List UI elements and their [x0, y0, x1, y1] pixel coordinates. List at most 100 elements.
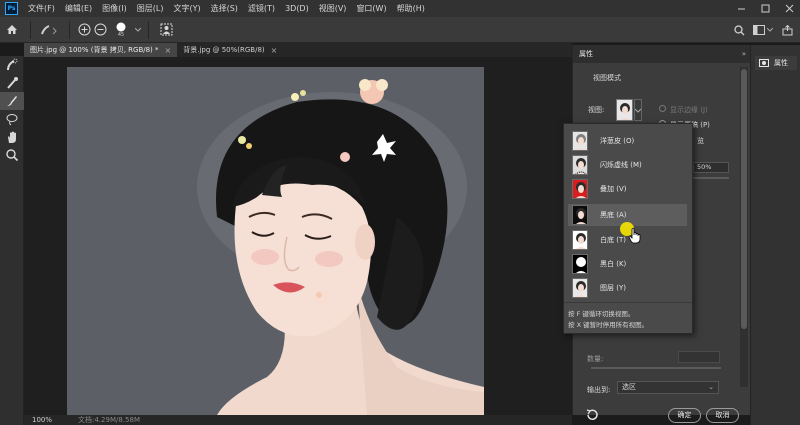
status-bar: 100% 文档:4.29M/8.58M [24, 415, 572, 425]
opacity-field[interactable]: 50% [693, 162, 729, 173]
view-option-black-white[interactable]: 黑白 (K) [568, 253, 687, 275]
option-label: 闪烁虚线 (M) [600, 161, 642, 169]
show-edge-label: 显示边缘 (J) [670, 106, 708, 114]
menu-edit[interactable]: 编辑(E) [60, 3, 97, 14]
collapse-panel-icon[interactable]: » [742, 50, 746, 58]
on-black-thumbnail [572, 205, 588, 225]
document-size: 文档:4.29M/8.58M [78, 416, 140, 424]
show-edge-checkbox[interactable] [659, 105, 666, 112]
view-mode-heading: 视图模式 [593, 74, 621, 82]
option-label: 黑白 (K) [600, 260, 627, 268]
document-tabs: 图片.jpg @ 100% (背景 拷贝, RGB/8) * × 背景.jpg … [24, 43, 572, 57]
hint-cycle-views: 按 F 键循环切换视图。 [568, 310, 635, 318]
menu-window[interactable]: 窗口(W) [351, 3, 391, 14]
brush-size-value: 45 [117, 31, 125, 38]
properties-icon [759, 59, 769, 67]
chevron-down-icon[interactable] [766, 20, 774, 40]
add-to-selection-icon[interactable] [76, 20, 92, 40]
output-value: 选区 [622, 383, 636, 391]
tools-panel [0, 56, 24, 425]
hint-disable-views: 按 X 键暂时停用所有视图。 [568, 321, 649, 329]
photoshop-logo-icon: Ps [5, 2, 18, 15]
option-label: 图层 (Y) [600, 284, 626, 292]
tab-label: 背景.jpg @ 50%(RGB/8) [183, 46, 265, 54]
close-icon[interactable]: × [165, 46, 172, 55]
search-icon[interactable] [732, 20, 746, 40]
cancel-button[interactable]: 取消 [706, 408, 739, 423]
overlay-thumbnail [572, 179, 588, 199]
separator [148, 20, 149, 39]
zoom-level[interactable]: 100% [24, 416, 60, 424]
options-bar: 45 [0, 17, 800, 43]
preview-label: 览 [697, 137, 704, 145]
menu-filter[interactable]: 滤镜(T) [243, 3, 280, 14]
view-thumbnail[interactable] [616, 99, 633, 121]
separator [69, 20, 70, 39]
menu-3d[interactable]: 3D(D) [280, 4, 314, 13]
portrait-photo [67, 67, 484, 415]
menu-bar: Ps 文件(F) 编辑(E) 图像(I) 图层(L) 文字(Y) 选择(S) 滤… [0, 0, 800, 17]
lasso-tool-icon[interactable] [0, 110, 24, 128]
amount-slider[interactable] [591, 367, 721, 369]
maximize-icon[interactable] [754, 0, 776, 17]
scrollbar-thumb[interactable] [741, 69, 747, 329]
option-label: 白底 (T) [600, 236, 626, 244]
ok-button[interactable]: 确定 [668, 408, 701, 423]
menu-view[interactable]: 视图(V) [314, 3, 352, 14]
close-window-icon[interactable] [778, 0, 800, 17]
view-option-overlay[interactable]: 叠加 (V) [568, 178, 687, 200]
refine-edge-brush-tool-icon[interactable] [0, 74, 24, 92]
minimize-icon[interactable] [730, 0, 752, 17]
marching-ants-thumbnail [572, 155, 588, 175]
share-icon[interactable] [780, 20, 794, 40]
on-layers-thumbnail [572, 278, 588, 298]
canvas-area[interactable] [24, 57, 572, 415]
home-icon[interactable] [0, 20, 24, 40]
zoom-tool-icon[interactable] [0, 146, 24, 164]
properties-dock-button[interactable]: 属性 [755, 56, 797, 70]
view-label: 视图: [588, 106, 605, 114]
view-dropdown-toggle[interactable] [634, 99, 642, 121]
black-white-thumbnail [572, 254, 588, 274]
onion-skin-thumbnail [572, 131, 588, 151]
brush-size-picker[interactable]: 45 [108, 20, 134, 40]
option-label: 叠加 (V) [600, 185, 627, 193]
brush-tool-icon[interactable] [0, 92, 24, 110]
menu-type[interactable]: 文字(Y) [168, 3, 205, 14]
close-icon[interactable]: × [271, 46, 278, 55]
dock-label: 属性 [774, 59, 788, 67]
reset-icon[interactable] [585, 408, 599, 422]
menu-image[interactable]: 图像(I) [97, 3, 132, 14]
output-select[interactable]: 选区 ⌄ [617, 381, 719, 394]
on-white-thumbnail [572, 230, 588, 250]
select-subject-icon[interactable] [155, 20, 177, 40]
menu-file[interactable]: 文件(F) [23, 3, 60, 14]
workspace-icon[interactable] [752, 20, 766, 40]
quick-selection-tool-icon[interactable] [0, 56, 24, 74]
panel-title: 属性 [579, 50, 593, 58]
hand-tool-icon[interactable] [0, 128, 24, 146]
amount-field[interactable] [678, 351, 720, 363]
properties-panel-header: 属性 » [573, 45, 750, 63]
separator [30, 20, 31, 39]
menu-select[interactable]: 选择(S) [206, 3, 243, 14]
tab-document-1[interactable]: 图片.jpg @ 100% (背景 拷贝, RGB/8) * × [24, 43, 178, 57]
menu-layer[interactable]: 图层(L) [132, 3, 169, 14]
view-option-on-layers[interactable]: 图层 (Y) [568, 277, 687, 299]
option-label: 黑底 (A) [600, 211, 627, 219]
menu-divider [564, 302, 692, 303]
chevron-down-icon[interactable] [134, 20, 142, 40]
menu-help[interactable]: 帮助(H) [392, 3, 430, 14]
properties-scrollbar[interactable] [740, 67, 748, 387]
tab-label: 图片.jpg @ 100% (背景 拷贝, RGB/8) * [30, 46, 159, 54]
view-option-marching-ants[interactable]: 闪烁虚线 (M) [568, 154, 687, 176]
tab-document-2[interactable]: 背景.jpg @ 50%(RGB/8) × [177, 43, 283, 57]
output-label: 输出到: [587, 386, 611, 394]
chevron-down-icon: ⌄ [708, 383, 714, 391]
amount-label: 数量: [587, 355, 604, 363]
view-option-onion-skin[interactable]: 洋葱皮 (O) [568, 130, 687, 152]
subtract-from-selection-icon[interactable] [92, 20, 108, 40]
refine-brush-tool-icon[interactable] [37, 20, 63, 40]
opacity-slider[interactable] [693, 177, 729, 179]
portrait-illustration [197, 79, 484, 415]
